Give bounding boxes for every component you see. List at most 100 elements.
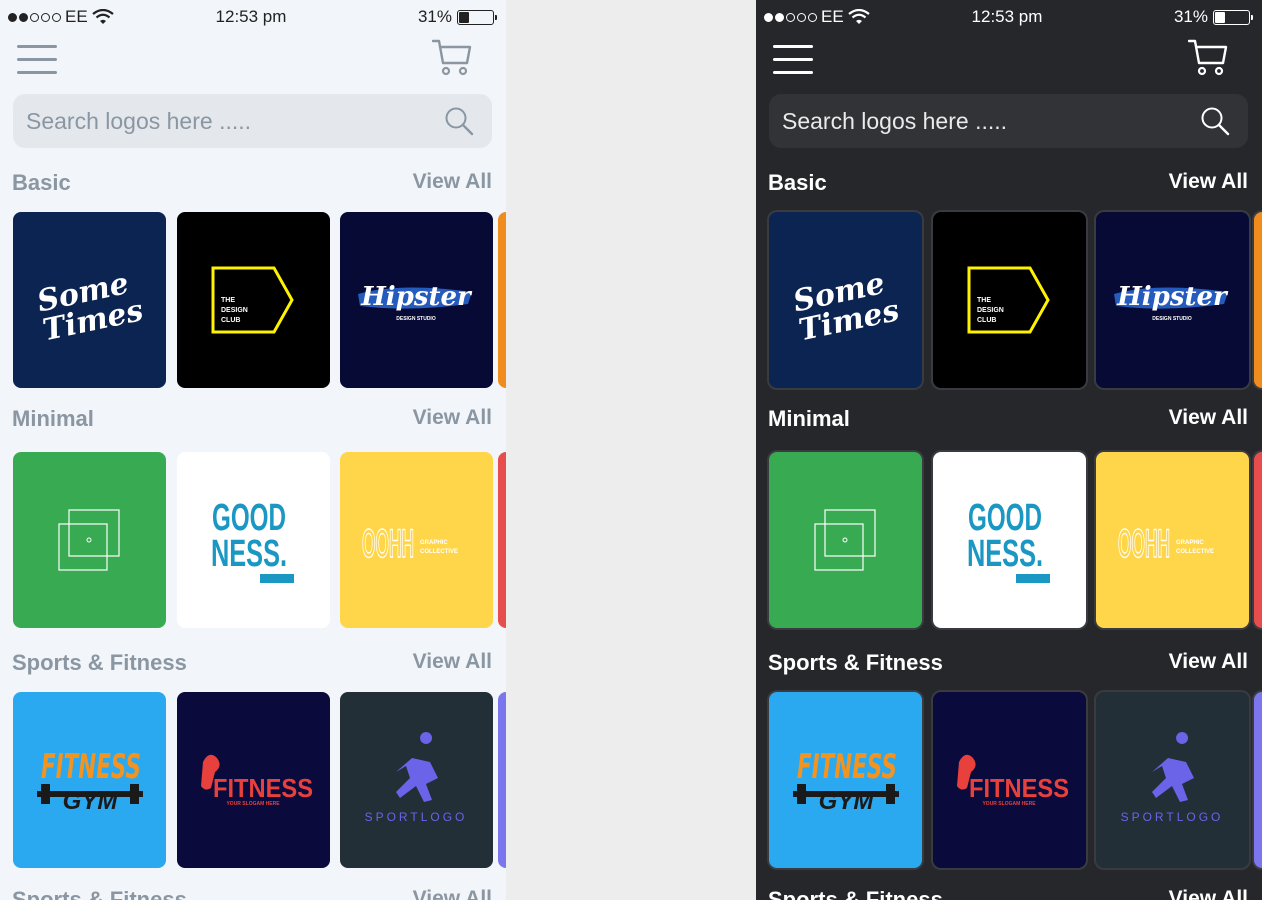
section-header: Sports & Fitness View All [768, 887, 1248, 900]
shopping-cart-icon[interactable] [1188, 38, 1228, 76]
section-title: Minimal [768, 406, 850, 431]
view-all-link[interactable]: View All [413, 406, 492, 430]
view-all-link[interactable]: View All [1169, 406, 1248, 430]
view-all-link[interactable]: View All [1169, 170, 1248, 194]
section-title: Basic [768, 170, 827, 195]
battery-info: 31% [418, 7, 497, 27]
logo-tile-sportlogo[interactable]: SPORTLOGO [1096, 692, 1249, 868]
search-bar [13, 94, 492, 148]
next-logo-tile-peek[interactable] [498, 452, 506, 628]
square-outline [824, 509, 876, 557]
view-all-link[interactable]: View All [1169, 650, 1248, 674]
logo-tile-sometimes[interactable]: Some Times [13, 212, 166, 388]
next-logo-tile-peek[interactable] [498, 212, 506, 388]
logo-tile-oohh[interactable]: OOHH GRAPHIC COLLECTIVE [1096, 452, 1249, 628]
the-design-club-logo: THE DESIGN CLUB [967, 266, 1050, 334]
logo-text: THE [977, 297, 991, 304]
barbell-plate [41, 784, 50, 804]
logo-text: DESIGN [221, 307, 248, 314]
logo-text: FITNESS [969, 773, 1069, 803]
search-input[interactable] [782, 94, 1162, 148]
square-outline [814, 523, 864, 571]
logo-carousel: FITNESS GYM FITNESS YOUR SLOGAM HERE SPORTLO… [13, 692, 506, 868]
section-header: Sports & Fitness View All [12, 887, 492, 900]
view-all-link[interactable]: View All [413, 650, 492, 674]
next-logo-tile-peek[interactable] [1254, 452, 1262, 628]
logo-tile-fitness-slogan[interactable]: FITNESS YOUR SLOGAM HERE [933, 692, 1086, 868]
shopping-cart-icon[interactable] [432, 38, 472, 76]
search-icon[interactable] [1200, 106, 1230, 136]
logo-text: SPORTLOGO [365, 810, 468, 824]
logo-text: GYM [63, 788, 119, 815]
logo-tile-the-design-club[interactable]: THE DESIGN CLUB [177, 212, 330, 388]
logo-text: DESIGN [977, 307, 1004, 314]
logo-tile-squares[interactable] [13, 452, 166, 628]
battery-icon [1213, 9, 1253, 25]
view-all-link[interactable]: View All [1169, 887, 1248, 900]
oohh-logo: OOHH GRAPHIC COLLECTIVE [1117, 521, 1214, 567]
logo-tile-sportlogo[interactable]: SPORTLOGO [340, 692, 493, 868]
barbell-plate [886, 784, 895, 804]
logo-text: COLLECTIVE [1176, 549, 1214, 555]
logo-tile-the-design-club[interactable]: THE DESIGN CLUB [933, 212, 1086, 388]
sportlogo-logo: SPORTLOGO [365, 732, 468, 824]
logo-tile-hipster[interactable]: Hipster DESIGN STUDIO [1096, 212, 1249, 388]
logo-tile-squares[interactable] [769, 452, 922, 628]
section-header: Basic View All [768, 170, 1248, 200]
goodness-logo: GOODNESS. [211, 497, 294, 583]
logo-carousel: Some Times THE DESIGN CLUB Hipster DESIGN STUD… [769, 212, 1262, 388]
battery-info: 31% [1173, 7, 1253, 27]
next-logo-tile-peek[interactable] [1254, 212, 1262, 388]
logo-tile-goodness[interactable]: GOOD NESS. [177, 452, 330, 628]
logo-tile-hipster[interactable]: Hipster DESIGN STUDIO [340, 212, 493, 388]
fitness-slogan-logo: FITNESSYOUR SLOGAM HERE [201, 754, 313, 807]
logo-text: OOHH [362, 522, 414, 566]
underline-bar [1016, 574, 1050, 583]
dark-theme-screen: EE12:53 pm31% Basic View All SomeTimes THE DE… [756, 0, 1262, 900]
section-header: Minimal View All [768, 406, 1248, 436]
section-title: Sports & Fitness [12, 887, 187, 900]
search-icon[interactable] [444, 106, 474, 136]
logo-text: OOHH [1118, 522, 1170, 566]
section-title: Basic [12, 170, 71, 195]
next-logo-tile-peek[interactable] [498, 692, 506, 868]
logo-tile-fitness-gym[interactable]: FITNESS GYM [769, 692, 922, 868]
section-title: Sports & Fitness [768, 650, 943, 675]
goodness-logo: GOODNESS. [967, 497, 1050, 583]
sometimes-logo: SomeTimes [34, 266, 146, 348]
logo-tile-fitness-slogan[interactable]: FITNESS YOUR SLOGAM HERE [177, 692, 330, 868]
section-header: Basic View All [12, 170, 492, 200]
next-logo-tile-peek[interactable] [1254, 692, 1262, 868]
hamburger-menu-icon[interactable] [773, 42, 813, 76]
hamburger-menu-icon[interactable] [17, 42, 57, 76]
logo-carousel: Some Times THE DESIGN CLUB Hipster DESIGN STUD… [13, 212, 506, 388]
section-title: Minimal [12, 406, 94, 431]
logo-text: Hipster [1116, 282, 1229, 312]
logo-text: NESS. [211, 533, 287, 575]
search-input[interactable] [26, 94, 406, 148]
fitness-gym-logo: FITNESSGYM [37, 747, 143, 815]
view-all-link[interactable]: View All [413, 887, 492, 900]
runner-figure [1152, 732, 1194, 802]
logo-text: GRAPHIC [420, 540, 448, 546]
hipster-logo: Hipster DESIGN STUDIO [1114, 282, 1229, 322]
logo-text: CLUB [977, 317, 996, 324]
logo-text: FITNESS [797, 747, 897, 787]
logo-text: YOUR SLOGAM HERE [982, 801, 1036, 807]
runner-figure [396, 732, 438, 802]
logo-tile-goodness[interactable]: GOOD NESS. [933, 452, 1086, 628]
logo-tile-oohh[interactable]: OOHH GRAPHIC COLLECTIVE [340, 452, 493, 628]
logo-carousel: GOOD NESS. OOHH GRAPHIC COLLECTIVE [13, 452, 506, 628]
light-theme-screen: EE12:53 pm31% Basic View All SomeTimes THE DE… [0, 0, 506, 900]
logo-text: DESIGN STUDIO [396, 316, 436, 322]
battery-percent: 31% [1173, 7, 1208, 26]
logo-text: CLUB [221, 317, 240, 324]
logo-carousel: GOOD NESS. OOHH GRAPHIC COLLECTIVE [769, 452, 1262, 628]
logo-tile-fitness-gym[interactable]: FITNESS GYM [13, 692, 166, 868]
logo-text: FITNESS [213, 773, 313, 803]
logo-tile-sometimes[interactable]: Some Times [769, 212, 922, 388]
section-header: Sports & Fitness View All [12, 650, 492, 680]
square-outline [58, 523, 108, 571]
logo-text: Hipster [360, 282, 473, 312]
view-all-link[interactable]: View All [413, 170, 492, 194]
